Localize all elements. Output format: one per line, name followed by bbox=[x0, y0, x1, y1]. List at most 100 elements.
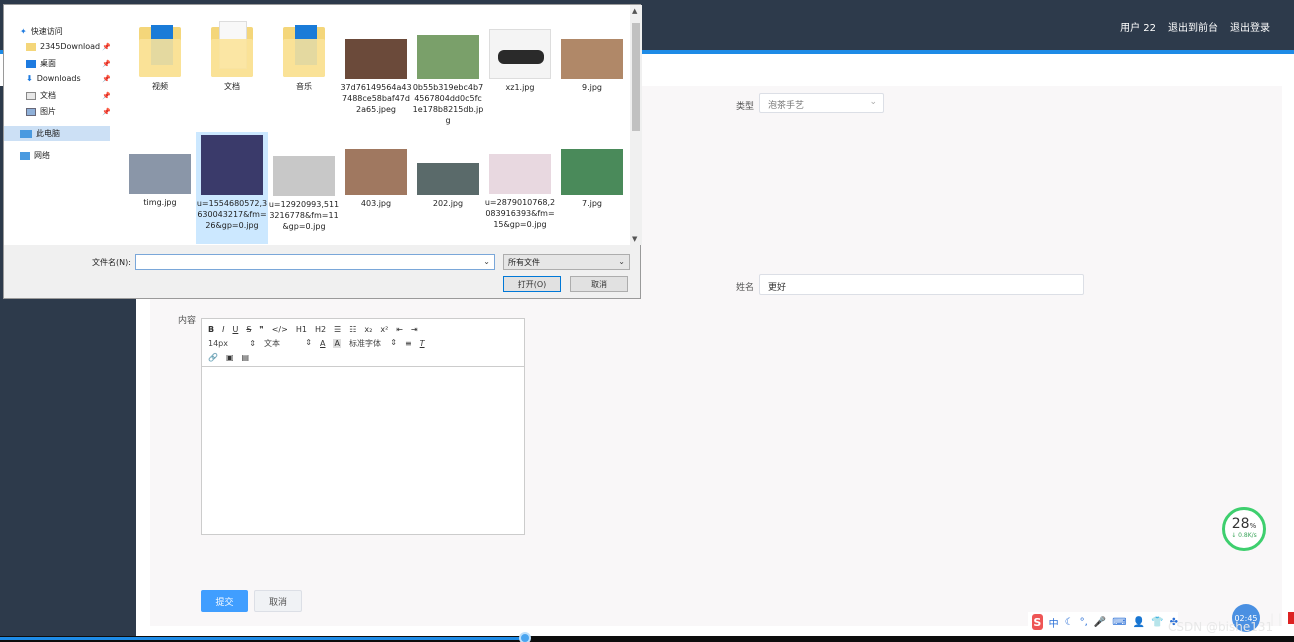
file-item[interactable]: 202.jpg bbox=[412, 163, 484, 209]
file-name: 9.jpg bbox=[581, 83, 602, 92]
font-color-icon[interactable]: A bbox=[320, 339, 325, 348]
nav-label: 图片 bbox=[40, 107, 56, 116]
nav-desktop[interactable]: 桌面 📌 bbox=[26, 58, 111, 69]
logout-link[interactable]: 退出登录 bbox=[1230, 19, 1270, 34]
dialog-cancel-button[interactable]: 取消 bbox=[570, 276, 628, 292]
file-item[interactable]: 37d76149564a437488ce58baf47d2a65.jpeg bbox=[340, 39, 412, 115]
file-item[interactable]: u=12920993,5113216778&fm=11&gp=0.jpg bbox=[268, 156, 340, 232]
ime-chinese-toggle[interactable]: 中 bbox=[1049, 615, 1059, 630]
nav-pictures[interactable]: 图片 📌 bbox=[26, 106, 111, 117]
bold-button[interactable]: B bbox=[208, 325, 214, 334]
ordered-list-button[interactable]: ☰ bbox=[334, 325, 341, 334]
nav-downloads[interactable]: ⬇ Downloads 📌 bbox=[26, 74, 111, 83]
indent-button[interactable]: ⇥ bbox=[411, 325, 418, 334]
align-icon[interactable]: ≡ bbox=[405, 339, 412, 348]
file-item[interactable]: 0b55b319ebc4b74567804dd0c5fc1e178b8215db… bbox=[412, 35, 484, 126]
font-family-select[interactable]: 标准字体 ⇕ bbox=[349, 338, 397, 349]
name-input[interactable]: 更好 bbox=[759, 274, 1084, 295]
video-progress-fill bbox=[0, 637, 528, 640]
header-select[interactable]: 文本 ⇕ bbox=[264, 338, 312, 349]
folder-icon bbox=[139, 21, 181, 77]
chevron-down-icon: ⌄ bbox=[869, 97, 877, 107]
cancel-button[interactable]: 取消 bbox=[254, 590, 302, 612]
file-name: 7.jpg bbox=[581, 199, 602, 208]
superscript-button[interactable]: x² bbox=[380, 325, 388, 334]
scroll-up-icon[interactable]: ▲ bbox=[632, 7, 637, 15]
italic-button[interactable]: I bbox=[222, 325, 224, 334]
keyboard-icon[interactable]: ⌨ bbox=[1112, 617, 1126, 628]
file-name: 视频 bbox=[152, 82, 168, 91]
scrollbar-thumb[interactable] bbox=[632, 23, 640, 131]
speed-rate: ↓ 0.8K/s bbox=[1231, 532, 1257, 539]
shirt-icon[interactable]: 👕 bbox=[1151, 617, 1163, 628]
code-block-button[interactable]: </> bbox=[272, 325, 288, 334]
heading1-button[interactable]: H1 bbox=[296, 325, 307, 334]
image-thumbnail bbox=[345, 149, 407, 195]
filetype-select[interactable]: 所有文件 ⌄ bbox=[503, 254, 630, 270]
nav-label: Downloads bbox=[36, 74, 81, 83]
file-name: 403.jpg bbox=[360, 199, 392, 208]
exit-to-front-link[interactable]: 退出到前台 bbox=[1168, 19, 1218, 34]
user-label: 用户 22 bbox=[1120, 23, 1156, 34]
link-icon[interactable]: 🔗 bbox=[208, 353, 218, 362]
type-label: 类型 bbox=[736, 102, 755, 112]
strike-button[interactable]: S bbox=[246, 325, 251, 334]
submit-button[interactable]: 提交 bbox=[201, 590, 248, 612]
red-indicator bbox=[1288, 612, 1294, 624]
outdent-button[interactable]: ⇤ bbox=[396, 325, 403, 334]
folder-icon bbox=[211, 21, 253, 77]
filename-input[interactable]: ⌄ bbox=[135, 254, 495, 270]
blockquote-button[interactable]: ❞ bbox=[259, 325, 263, 334]
nav-quick-access[interactable]: ✦ 快速访问 bbox=[20, 26, 63, 37]
clear-format-icon[interactable]: T bbox=[420, 339, 425, 348]
folder-documents[interactable]: 文档 bbox=[196, 21, 268, 92]
microphone-icon[interactable]: 🎤 bbox=[1094, 617, 1106, 628]
bullet-list-button[interactable]: ☷ bbox=[349, 325, 356, 334]
ime-toolbar[interactable]: S 中 ☾ °, 🎤 ⌨ 👤 👕 ✤ bbox=[1028, 612, 1178, 632]
file-item[interactable]: 403.jpg bbox=[340, 149, 412, 209]
nav-network[interactable]: 网络 bbox=[20, 150, 50, 161]
folder-music[interactable]: 音乐 bbox=[268, 21, 340, 92]
header-actions: 用户 22 退出到前台 退出登录 bbox=[1120, 19, 1270, 34]
user-icon[interactable]: 👤 bbox=[1133, 617, 1145, 628]
file-open-dialog: ✦ 快速访问 2345Download 📌 桌面 📌 ⬇ Downloads 📌… bbox=[3, 4, 642, 299]
nav-2345download[interactable]: 2345Download 📌 bbox=[26, 42, 111, 51]
file-name: u=2879010768,2083916393&fm=15&gp=0.jpg bbox=[484, 198, 556, 229]
video-progress-handle[interactable] bbox=[519, 632, 531, 642]
nav-this-pc[interactable]: 此电脑 bbox=[4, 126, 110, 141]
subscript-button[interactable]: x₂ bbox=[364, 325, 372, 334]
file-item[interactable]: xz1.jpg bbox=[484, 29, 556, 93]
toolbar-row-style: 14px ⇕ 文本 ⇕ A A 标准字体 ⇕ ≡ T bbox=[208, 337, 518, 350]
file-item[interactable]: 9.jpg bbox=[556, 39, 628, 93]
video-icon[interactable]: ▤ bbox=[242, 353, 250, 362]
network-speed-widget[interactable]: 28% ↓ 0.8K/s bbox=[1222, 507, 1266, 551]
editor-body[interactable] bbox=[202, 367, 524, 535]
background-color-icon[interactable]: A bbox=[333, 339, 341, 348]
file-item[interactable]: u=2879010768,2083916393&fm=15&gp=0.jpg bbox=[484, 154, 556, 230]
speed-percent: 28% bbox=[1225, 516, 1263, 532]
underline-button[interactable]: U bbox=[232, 325, 238, 334]
image-icon[interactable]: ▣ bbox=[226, 353, 234, 362]
nav-documents[interactable]: 文档 📌 bbox=[26, 90, 111, 101]
image-thumbnail bbox=[345, 39, 407, 79]
font-size-select[interactable]: 14px ⇕ bbox=[208, 339, 256, 348]
moon-icon[interactable]: ☾ bbox=[1065, 617, 1074, 628]
speed-percent-value: 28 bbox=[1231, 516, 1250, 532]
punctuation-icon[interactable]: °, bbox=[1080, 617, 1088, 628]
type-select[interactable]: 泡茶手艺 ⌄ bbox=[759, 93, 884, 113]
name-label: 姓名 bbox=[736, 283, 755, 293]
open-button[interactable]: 打开(O) bbox=[503, 276, 561, 292]
file-item-selected[interactable]: u=1554680572,3630043217&fm=26&gp=0.jpg bbox=[196, 132, 268, 244]
file-name: 文档 bbox=[224, 82, 240, 91]
file-list-scrollbar[interactable]: ▲ ▼ bbox=[630, 5, 642, 245]
scroll-down-icon[interactable]: ▼ bbox=[632, 235, 637, 243]
heading2-button[interactable]: H2 bbox=[315, 325, 326, 334]
folder-videos[interactable]: 视频 bbox=[124, 21, 196, 92]
pause-icon[interactable]: | | bbox=[1270, 612, 1282, 626]
sogou-logo-icon[interactable]: S bbox=[1032, 614, 1043, 630]
image-thumbnail bbox=[201, 135, 263, 195]
chevron-down-icon[interactable]: ⌄ bbox=[483, 257, 490, 266]
file-item[interactable]: 7.jpg bbox=[556, 149, 628, 209]
file-item[interactable]: timg.jpg bbox=[124, 154, 196, 208]
file-name: 202.jpg bbox=[432, 199, 464, 208]
